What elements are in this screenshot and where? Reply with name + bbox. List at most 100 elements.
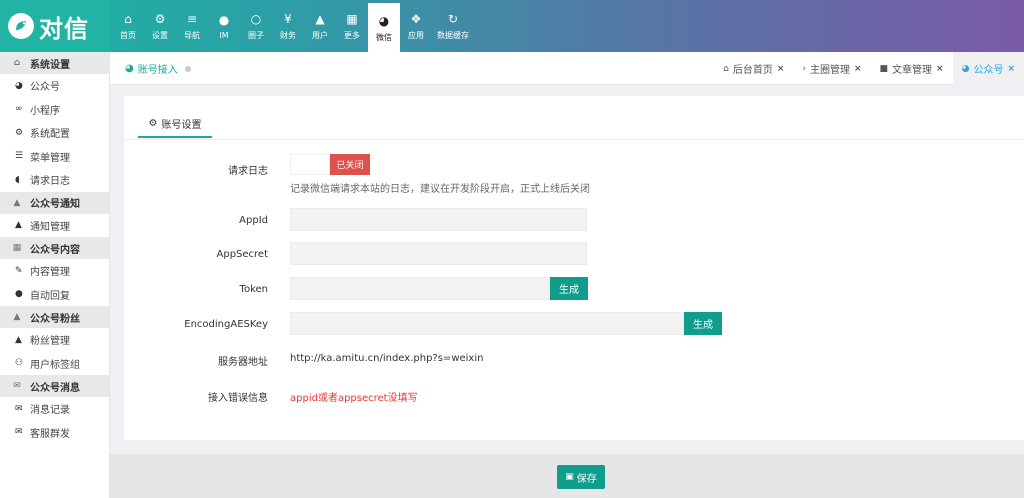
log-help-text: 记录微信端请求本站的日志，建议在开发阶段开启，正式上线后关闭	[290, 184, 590, 195]
page-tab-2[interactable]: ■ 文章管理 ×	[871, 52, 953, 85]
sidebar-item-label: 公众号	[30, 82, 60, 94]
shield-icon: ◖	[15, 174, 20, 185]
sidebar-item-label: 用户标签组	[30, 359, 80, 371]
close-icon[interactable]: ×	[936, 64, 944, 74]
tab-account-settings-label: 账号设置	[161, 119, 202, 131]
envelope-icon: ✉	[13, 381, 21, 391]
topnav-item-4[interactable]: ○ 圈子	[240, 0, 272, 52]
wechat-icon: ◕	[15, 80, 23, 91]
sidebar-group-title: 公众号通知	[30, 199, 80, 210]
generate-token-button[interactable]: 生成	[550, 277, 588, 300]
sidebar-item-0-2[interactable]: ⚙ 系统配置	[0, 121, 109, 145]
topnav-item-5[interactable]: ¥ 财务	[272, 0, 304, 52]
sidebar-item-label: 自动回复	[30, 290, 70, 302]
topnav-label: 财务	[280, 31, 296, 40]
topnav-item-6[interactable]: ▲ 用户	[304, 0, 336, 52]
sidebar-item-4-0[interactable]: ✉ 消息记录	[0, 397, 109, 421]
page-tab-label: 公众号	[973, 65, 1004, 76]
topnav-label: 设置	[152, 31, 168, 40]
token-label: Token	[239, 284, 268, 295]
sidebar-item-2-1[interactable]: ● 自动回复	[0, 283, 109, 307]
sidebar-item-3-0[interactable]: ▲ 粉丝管理	[0, 328, 109, 352]
yen-icon: ¥	[284, 12, 292, 26]
tab-bar: ◕ 账号接入 ⌂ 后台首页 × › 主圈管理 × ■ 文章管理 × ◕ 公众号 ×	[110, 52, 1024, 85]
appid-input[interactable]	[290, 208, 587, 231]
sidebar-group-title: 系统设置	[30, 59, 70, 71]
sidebar-item-label: 系统配置	[30, 129, 70, 141]
save-label: 保存	[576, 473, 597, 485]
wechat-icon: ◕	[378, 13, 390, 28]
close-icon[interactable]: ×	[777, 64, 785, 74]
sidebar-item-label: 请求日志	[30, 176, 70, 188]
error-label: 接入错误信息	[208, 393, 268, 404]
sidebar-item-0-1[interactable]: ∞ 小程序	[0, 98, 109, 122]
aes-key-input[interactable]	[290, 312, 684, 335]
page-tab-label: 文章管理	[892, 65, 933, 76]
sidebar-group-2[interactable]: ▦ 公众号内容	[0, 237, 109, 259]
user-icon: ▲	[315, 12, 325, 26]
topnav-item-10[interactable]: ↻ 数据缓存	[432, 0, 474, 52]
home-icon: ⌂	[723, 63, 729, 74]
topnav-item-7[interactable]: ▦ 更多	[336, 0, 368, 52]
error-message: appid或者appsecret没填写	[290, 393, 418, 404]
server-label: 服务器地址	[218, 357, 268, 368]
topnav-item-8[interactable]: ◕ 微信	[368, 3, 400, 52]
sidebar-item-3-1[interactable]: ⚇ 用户标签组	[0, 352, 109, 376]
topnav-label: IM	[219, 31, 229, 40]
topnav-label: 导航	[184, 31, 200, 40]
sidebar-item-0-3[interactable]: ☰ 菜单管理	[0, 145, 109, 169]
topnav-label: 数据缓存	[437, 31, 469, 40]
grid-icon: ▦	[12, 243, 22, 253]
topnav-item-1[interactable]: ⚙ 设置	[144, 0, 176, 52]
save-button[interactable]: ▣ 保存	[557, 465, 605, 489]
sidebar-group-1[interactable]: ▲ 公众号通知	[0, 191, 109, 214]
sidebar-item-2-0[interactable]: ✎ 内容管理	[0, 259, 109, 283]
log-label: 请求日志	[228, 166, 268, 177]
sidebar-item-1-0[interactable]: ▲ 通知管理	[0, 214, 109, 238]
sidebar-item-label: 粉丝管理	[30, 336, 70, 348]
home-icon: ⌂	[13, 58, 21, 68]
refresh-icon: ↻	[447, 12, 459, 26]
topnav-label: 圈子	[248, 31, 264, 40]
breadcrumb: ◕ 账号接入	[125, 52, 191, 85]
form-footer: ▣ 保存	[110, 454, 1024, 498]
topnav-item-0[interactable]: ⌂ 首页	[112, 0, 144, 52]
sidebar-group-0[interactable]: ⌂ 系统设置	[0, 52, 109, 74]
app-logo[interactable]: 对信	[0, 0, 110, 52]
page-tab-1[interactable]: › 主圈管理 ×	[793, 52, 870, 85]
comments-icon: ○	[250, 12, 262, 26]
appid-label: AppId	[239, 215, 268, 226]
toggle-state: 已关闭	[330, 154, 370, 175]
envelope-icon: ✉	[15, 403, 23, 414]
sidebar-group-title: 公众号粉丝	[30, 313, 80, 325]
generate-aes-button[interactable]: 生成	[684, 312, 722, 335]
appsecret-input[interactable]	[290, 242, 587, 265]
server-url: http://ka.amitu.cn/index.php?s=weixin	[290, 353, 484, 364]
logo-icon	[8, 13, 34, 39]
sidebar-group-3[interactable]: ▲ 公众号粉丝	[0, 306, 109, 328]
sidebar-group-4[interactable]: ✉ 公众号消息	[0, 375, 109, 397]
breadcrumb-label[interactable]: 账号接入	[138, 61, 178, 76]
topnav-item-3[interactable]: ● IM	[208, 0, 240, 52]
token-input[interactable]	[290, 277, 550, 300]
page-tab-3[interactable]: ◕ 公众号 ×	[952, 52, 1024, 85]
sidebar-item-4-1[interactable]: ✉ 客服群发	[0, 421, 109, 445]
page-tab-0[interactable]: ⌂ 后台首页 ×	[714, 52, 793, 85]
top-nav-menu: ⌂ 首页 ⚙ 设置 ≡ 导航 ● IM ○ 圈子 ¥ 财务 ▲ 用户 ▦ 更多 ◕ 微信 ❖ 应用 ↻ 数据缓存	[112, 0, 474, 52]
tab-divider	[124, 139, 1024, 140]
sidebar-item-0-0[interactable]: ◕ 公众号	[0, 74, 109, 98]
aes-label: EncodingAESKey	[184, 319, 268, 330]
topnav-item-2[interactable]: ≡ 导航	[176, 0, 208, 52]
tab-account-settings[interactable]: ⚙ 账号设置	[138, 110, 212, 138]
sidebar-group-title: 公众号消息	[30, 382, 80, 394]
topnav-label: 首页	[120, 31, 136, 40]
home-icon: ⌂	[124, 12, 132, 26]
user-icon: ▲	[15, 220, 22, 231]
wechat-icon: ◕	[125, 63, 134, 74]
log-toggle[interactable]: 已关闭	[290, 154, 370, 175]
link-icon: ∞	[15, 104, 23, 115]
close-icon[interactable]: ×	[1007, 64, 1015, 74]
sidebar-item-0-4[interactable]: ◖ 请求日志	[0, 168, 109, 192]
close-icon[interactable]: ×	[854, 64, 862, 74]
topnav-item-9[interactable]: ❖ 应用	[400, 0, 432, 52]
